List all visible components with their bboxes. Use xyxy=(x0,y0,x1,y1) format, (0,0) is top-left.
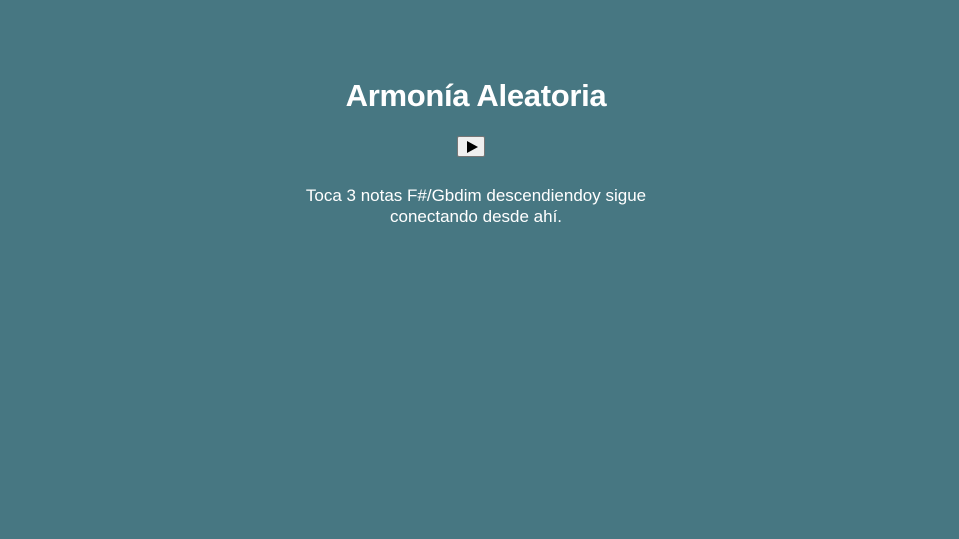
page-title: Armonía Aleatoria xyxy=(345,78,607,113)
play-icon xyxy=(466,140,478,153)
app-page: Armonía Aleatoria Toca 3 notas F#/Gbdim … xyxy=(0,0,959,539)
instructions-text: Toca 3 notas F#/Gbdim descendiendoy sigu… xyxy=(305,186,647,226)
play-button[interactable] xyxy=(457,136,485,157)
